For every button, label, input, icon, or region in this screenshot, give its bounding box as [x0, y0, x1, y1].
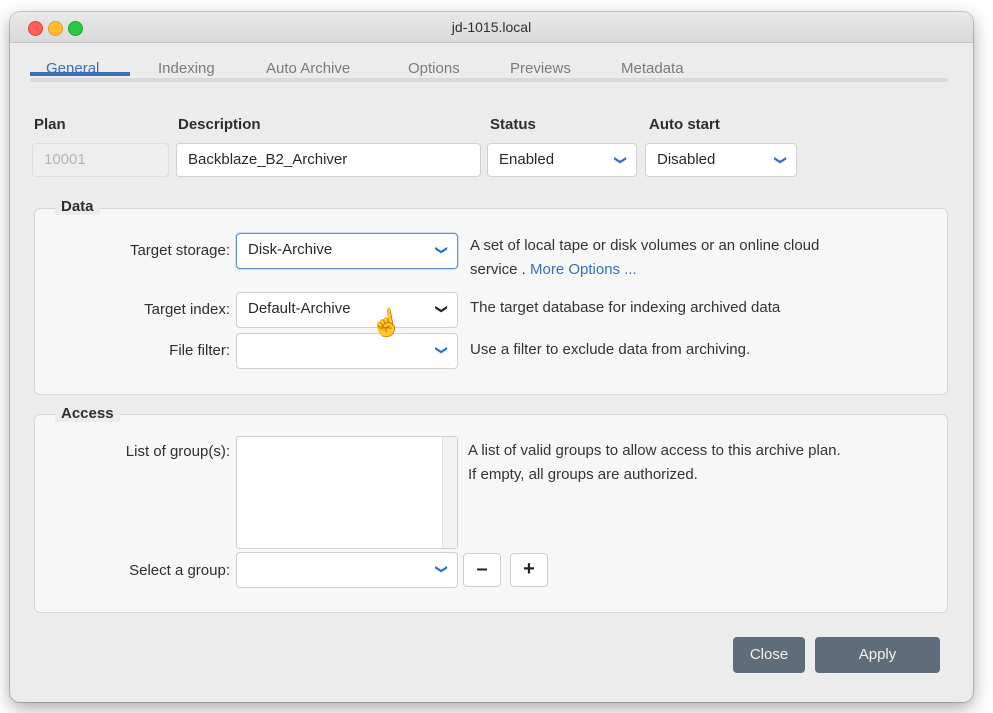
pointer-hand-icon: ☝: [367, 305, 405, 341]
chevron-down-icon: ❯: [613, 154, 628, 166]
title-bar: jd-1015.local: [10, 12, 973, 43]
plan-header: Plan: [34, 116, 66, 133]
description-field[interactable]: Backblaze_B2_Archiver: [176, 143, 481, 177]
apply-button[interactable]: Apply: [815, 637, 940, 673]
description-header: Description: [178, 116, 261, 133]
file-filter-description: Use a filter to exclude data from archiv…: [470, 341, 751, 358]
select-group-label: Select a group:: [129, 562, 230, 579]
file-filter-select[interactable]: ❯: [236, 333, 458, 369]
target-index-description: The target database for indexing archive…: [470, 299, 781, 316]
group-list-description: A list of valid groups to allow access t…: [468, 442, 841, 483]
chevron-down-icon: ❯: [434, 303, 449, 315]
auto-start-header: Auto start: [649, 116, 720, 133]
chevron-down-icon: ❯: [773, 154, 788, 166]
close-button[interactable]: Close: [733, 637, 805, 673]
chevron-down-icon: ❯: [434, 244, 449, 256]
target-storage-value: Disk-Archive: [248, 241, 333, 258]
target-storage-select[interactable]: Disk-Archive ❯: [236, 233, 458, 269]
target-storage-label: Target storage:: [129, 242, 230, 259]
tab-previews[interactable]: Previews: [510, 60, 571, 77]
status-value: Enabled: [499, 151, 555, 168]
tab-metadata[interactable]: Metadata: [621, 60, 684, 77]
status-select[interactable]: Enabled ❯: [487, 143, 637, 177]
target-index-select[interactable]: Default-Archive ❯: [236, 292, 458, 328]
group-list-label: List of group(s):: [125, 443, 230, 460]
target-storage-description: A set of local tape or disk volumes or a…: [470, 237, 820, 278]
status-header: Status: [490, 116, 536, 133]
auto-start-value: Disabled: [657, 151, 716, 168]
file-filter-label: File filter:: [169, 342, 230, 359]
remove-group-button[interactable]: –: [463, 553, 501, 587]
more-options-link[interactable]: More Options ...: [530, 261, 637, 278]
chevron-down-icon: ❯: [434, 344, 449, 356]
active-tab-indicator: [30, 72, 130, 76]
app-window: jd-1015.local General Indexing Auto Arch…: [10, 12, 973, 702]
tab-options[interactable]: Options: [408, 60, 460, 77]
chevron-down-icon: ❯: [434, 563, 449, 575]
target-index-label: Target index:: [144, 301, 230, 318]
add-group-button[interactable]: +: [510, 553, 548, 587]
tab-indexing[interactable]: Indexing: [158, 60, 215, 77]
window-title: jd-1015.local: [451, 19, 532, 35]
select-group-select[interactable]: ❯: [236, 552, 458, 588]
access-group-title: Access: [55, 405, 120, 422]
target-index-value: Default-Archive: [248, 300, 351, 317]
tab-bar: General Indexing Auto Archive Options Pr…: [30, 42, 948, 82]
data-group-title: Data: [55, 198, 100, 215]
group-list[interactable]: [236, 436, 458, 549]
auto-start-select[interactable]: Disabled ❯: [645, 143, 797, 177]
group-list-scrollbar[interactable]: [442, 437, 457, 548]
plan-field: 10001: [32, 143, 169, 177]
tab-auto-archive[interactable]: Auto Archive: [266, 60, 350, 77]
